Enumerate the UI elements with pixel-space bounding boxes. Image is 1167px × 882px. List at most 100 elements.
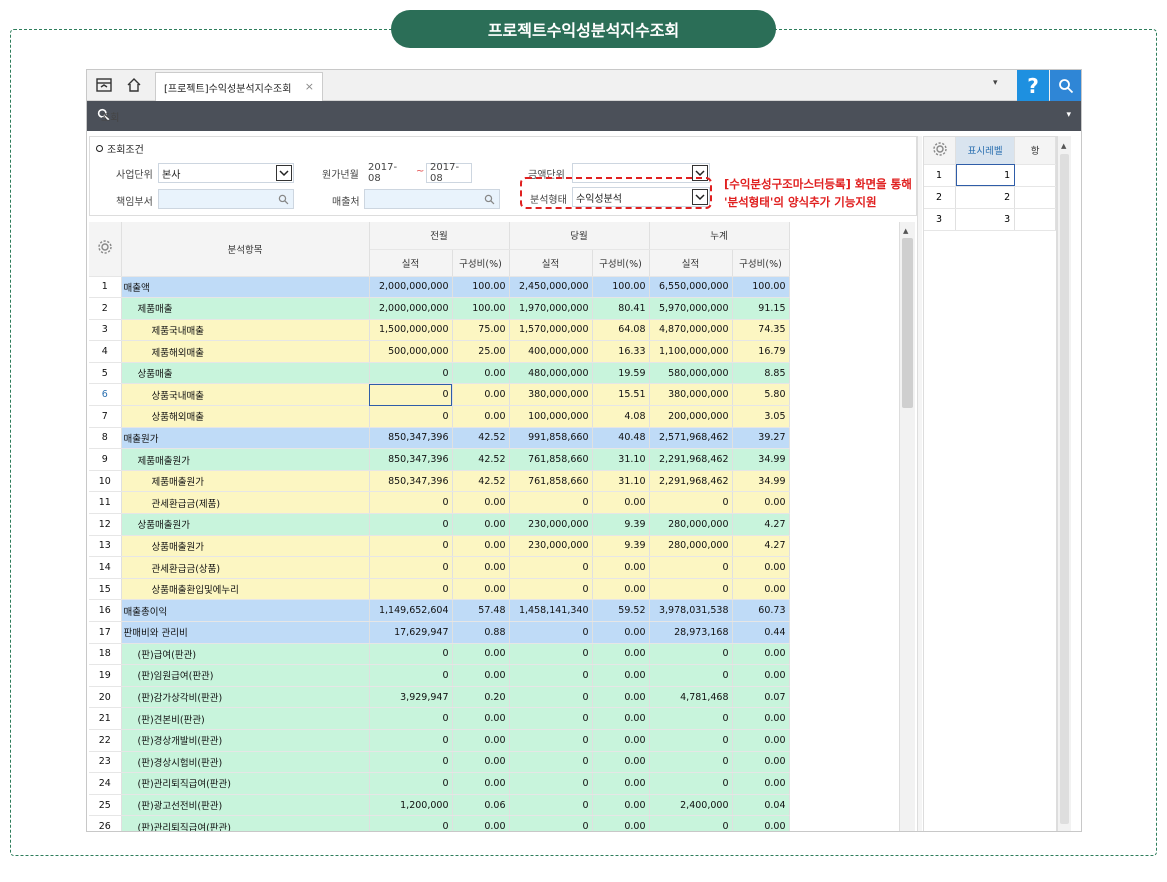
ratio-value-cell[interactable]: 60.73	[732, 599, 790, 622]
table-row[interactable]: 21 (판)견본비(판관) 0 0.00 0 0.00 0 0.00	[89, 707, 899, 730]
item-name-cell[interactable]: 관세환급금(상품)	[121, 556, 370, 579]
actual-value-cell[interactable]: 2,400,000	[649, 794, 733, 817]
ratio-value-cell[interactable]: 31.10	[592, 470, 650, 493]
ratio-value-cell[interactable]: 16.79	[732, 340, 790, 363]
actual-value-cell[interactable]: 0	[509, 643, 593, 666]
ratio-value-cell[interactable]: 80.41	[592, 297, 650, 320]
table-row[interactable]: 7 상품해외매출 0 0.00 100,000,000 4.08 200,000,000 3.…	[89, 405, 899, 428]
scrollbar-thumb[interactable]	[902, 238, 913, 408]
level-row[interactable]: 11	[924, 164, 1056, 187]
actual-value-cell[interactable]: 0	[369, 815, 453, 831]
ratio-value-cell[interactable]: 0.00	[452, 362, 510, 385]
ratio-value-cell[interactable]: 42.52	[452, 448, 510, 471]
table-row[interactable]: 19 (판)임원급여(판관) 0 0.00 0 0.00 0 0.00	[89, 664, 899, 687]
table-row[interactable]: 3 제품국내매출 1,500,000,000 75.00 1,570,000,000 64…	[89, 319, 899, 342]
actual-value-cell[interactable]: 1,570,000,000	[509, 319, 593, 342]
ratio-value-cell[interactable]: 0.00	[452, 815, 510, 831]
panel-splitter[interactable]	[917, 136, 922, 831]
actual-value-cell[interactable]: 100,000,000	[509, 405, 593, 428]
ratio-value-cell[interactable]: 0.00	[592, 556, 650, 579]
ratio-value-cell[interactable]: 57.48	[452, 599, 510, 622]
tab-close-icon[interactable]: ×	[305, 80, 314, 93]
ratio-value-cell[interactable]: 0.00	[592, 815, 650, 831]
level-next-cell[interactable]	[1014, 208, 1056, 231]
ratio-value-cell[interactable]: 0.00	[452, 535, 510, 558]
actual-value-cell[interactable]: 1,100,000,000	[649, 340, 733, 363]
ratio-value-cell[interactable]: 100.00	[592, 276, 650, 299]
ratio-value-cell[interactable]: 40.48	[592, 427, 650, 450]
column-header-actual[interactable]: 실적	[649, 249, 733, 277]
column-header-next[interactable]: 항	[1014, 137, 1056, 165]
actual-value-cell[interactable]: 0	[369, 751, 453, 774]
table-row[interactable]: 6 상품국내매출 0 0.00 380,000,000 15.51 380,000,000 5…	[89, 383, 899, 407]
actual-value-cell[interactable]: 2,000,000,000	[369, 276, 453, 299]
search-icon[interactable]	[278, 194, 289, 208]
item-name-cell[interactable]: 상품해외매출	[121, 405, 370, 428]
chevron-down-icon[interactable]	[276, 165, 292, 181]
column-header-display-level[interactable]: 표시레벨	[955, 137, 1016, 165]
ratio-value-cell[interactable]: 0.00	[592, 772, 650, 795]
level-next-cell[interactable]	[1014, 164, 1056, 187]
ratio-value-cell[interactable]: 34.99	[732, 448, 790, 471]
actual-value-cell[interactable]: 0	[649, 772, 733, 795]
actual-value-cell[interactable]: 0	[509, 621, 593, 644]
item-name-cell[interactable]: (판)관리퇴직급여(판관)	[121, 772, 370, 795]
ratio-value-cell[interactable]: 0.06	[452, 794, 510, 817]
ratio-value-cell[interactable]: 0.00	[592, 729, 650, 752]
ratio-value-cell[interactable]: 0.00	[452, 556, 510, 579]
ratio-value-cell[interactable]: 0.00	[452, 772, 510, 795]
table-row[interactable]: 20 (판)감가상각비(판관) 3,929,947 0.20 0 0.00 4,781,46…	[89, 686, 899, 709]
table-row[interactable]: 13 상품매출원가 0 0.00 230,000,000 9.39 280,000,000 4…	[89, 535, 899, 558]
level-row[interactable]: 22	[924, 186, 1056, 209]
column-header-actual[interactable]: 실적	[509, 249, 593, 277]
ratio-value-cell[interactable]: 0.00	[592, 794, 650, 817]
actual-value-cell[interactable]: 761,858,660	[509, 448, 593, 471]
ratio-value-cell[interactable]: 0.00	[732, 664, 790, 687]
ratio-value-cell[interactable]: 0.00	[732, 643, 790, 666]
actual-value-cell[interactable]: 0	[369, 643, 453, 666]
item-name-cell[interactable]: 상품국내매출	[121, 383, 370, 407]
grid-vertical-scrollbar[interactable]: ▲	[899, 222, 915, 831]
ratio-value-cell[interactable]: 100.00	[452, 297, 510, 320]
item-name-cell[interactable]: 제품매출	[121, 297, 370, 320]
actual-value-cell[interactable]: 1,970,000,000	[509, 297, 593, 320]
table-row[interactable]: 12 상품매출원가 0 0.00 230,000,000 9.39 280,000,000 4…	[89, 513, 899, 536]
actual-value-cell[interactable]: 0	[369, 405, 453, 428]
actual-value-cell[interactable]: 0	[649, 664, 733, 687]
item-name-cell[interactable]: 상품매출원가	[121, 513, 370, 536]
ratio-value-cell[interactable]: 0.00	[732, 772, 790, 795]
actual-value-cell[interactable]: 0	[649, 707, 733, 730]
item-name-cell[interactable]: 매출총이익	[121, 599, 370, 622]
table-row[interactable]: 2 제품매출 2,000,000,000 100.00 1,970,000,000 80.…	[89, 297, 899, 320]
actual-value-cell[interactable]: 230,000,000	[509, 513, 593, 536]
ratio-value-cell[interactable]: 0.00	[452, 751, 510, 774]
toolbar-collapse-icon[interactable]: ▾	[1066, 110, 1071, 120]
ratio-value-cell[interactable]: 16.33	[592, 340, 650, 363]
actual-value-cell[interactable]: 0	[509, 772, 593, 795]
actual-value-cell[interactable]: 380,000,000	[649, 383, 733, 407]
actual-value-cell[interactable]: 0	[509, 751, 593, 774]
actual-value-cell[interactable]: 0	[509, 815, 593, 831]
actual-value-cell[interactable]: 0	[509, 578, 593, 601]
actual-value-cell[interactable]: 0	[369, 535, 453, 558]
table-row[interactable]: 5 상품매출 0 0.00 480,000,000 19.59 580,000,000 8.8…	[89, 362, 899, 385]
ratio-value-cell[interactable]: 0.00	[452, 513, 510, 536]
ratio-value-cell[interactable]: 0.00	[732, 556, 790, 579]
actual-value-cell[interactable]: 0	[509, 664, 593, 687]
actual-value-cell[interactable]: 4,870,000,000	[649, 319, 733, 342]
table-row[interactable]: 8 매출원가 850,347,396 42.52 991,858,660 40.48 2,5…	[89, 427, 899, 450]
column-header-item[interactable]: 분석항목	[121, 222, 370, 277]
actual-value-cell[interactable]: 280,000,000	[649, 535, 733, 558]
tab-profitability-inquiry[interactable]: [프로젝트]수익성분석지수조회 ×	[155, 72, 323, 101]
ratio-value-cell[interactable]: 0.00	[592, 578, 650, 601]
actual-value-cell[interactable]: 0	[369, 513, 453, 536]
ratio-value-cell[interactable]: 0.00	[452, 491, 510, 515]
table-row[interactable]: 16 매출총이익 1,149,652,604 57.48 1,458,141,340 59…	[89, 599, 899, 622]
item-name-cell[interactable]: 제품해외매출	[121, 340, 370, 363]
ratio-value-cell[interactable]: 25.00	[452, 340, 510, 363]
actual-value-cell[interactable]: 0	[649, 556, 733, 579]
ratio-value-cell[interactable]: 0.44	[732, 621, 790, 644]
actual-value-cell[interactable]: 991,858,660	[509, 427, 593, 450]
actual-value-cell[interactable]: 580,000,000	[649, 362, 733, 385]
actual-value-cell[interactable]: 2,291,968,462	[649, 448, 733, 471]
